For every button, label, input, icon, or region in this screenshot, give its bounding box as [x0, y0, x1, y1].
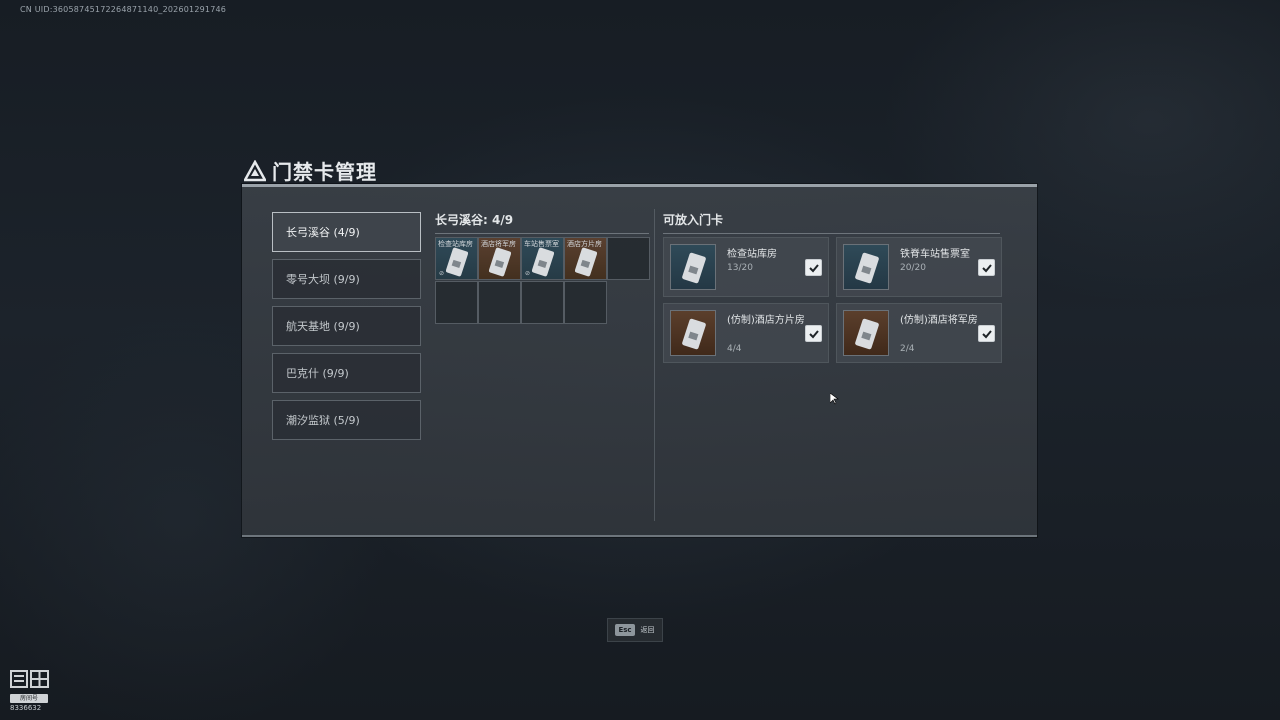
- available-cards-header: 可放入门卡: [663, 211, 1000, 234]
- zone-button-zero-dam[interactable]: 零号大坝 (9/9): [272, 259, 421, 299]
- card-name: (仿制)酒店将军房: [900, 315, 978, 326]
- mouse-cursor-icon: [830, 393, 839, 405]
- keycard-icon: [682, 318, 706, 350]
- warning-triangle-icon: [244, 159, 266, 181]
- slots-header: 长弓溪谷: 4/9: [435, 211, 649, 234]
- empty-card-slot[interactable]: [435, 281, 478, 324]
- keycard-icon: [489, 247, 511, 277]
- room-id: 8336632: [10, 704, 42, 712]
- card-count: 4/4: [727, 344, 742, 354]
- available-card-item[interactable]: (仿制)酒店将军房 2/4: [836, 303, 1002, 363]
- douyu-watermark: 房间号 8336632: [10, 669, 52, 712]
- card-slot-grid: 检查站库房 ⊘ 酒店将军房 车站售票室 ⊘ 酒店方片房: [435, 237, 650, 324]
- zone-button-brakkesh[interactable]: 巴克什 (9/9): [272, 353, 421, 393]
- slot-lock-icon: ⊘: [439, 270, 445, 277]
- slot-lock-icon: ⊘: [525, 270, 531, 277]
- available-card-item[interactable]: 铁脊车站售票室 20/20: [836, 237, 1002, 297]
- check-icon: [981, 329, 992, 338]
- column-divider: [654, 209, 655, 521]
- available-card-item[interactable]: 检查站库房 13/20: [663, 237, 829, 297]
- zone-button-changgong[interactable]: 长弓溪谷 (4/9): [272, 212, 421, 252]
- check-icon: [808, 263, 819, 272]
- card-thumbnail: [843, 244, 889, 290]
- card-checkbox[interactable]: [978, 325, 995, 342]
- keycard-icon: [855, 252, 879, 284]
- card-count: 13/20: [727, 263, 753, 273]
- empty-card-slot[interactable]: [607, 237, 650, 280]
- available-card-item[interactable]: (仿制)酒店方片房 4/4: [663, 303, 829, 363]
- card-thumbnail: [670, 310, 716, 356]
- keycard-icon: [855, 318, 879, 350]
- card-thumbnail: [670, 244, 716, 290]
- page-title: 门禁卡管理: [272, 160, 377, 184]
- uid-text: CN UID:360587451722648711­40_20260129174…: [20, 5, 227, 14]
- douyu-logo-icon: [10, 670, 49, 688]
- back-label: 返回: [640, 626, 655, 634]
- keycard-icon: [446, 247, 468, 277]
- zone-button-space-base[interactable]: 航天基地 (9/9): [272, 306, 421, 346]
- card-checkbox[interactable]: [805, 259, 822, 276]
- card-count: 2/4: [900, 344, 915, 354]
- card-slot[interactable]: 车站售票室 ⊘: [521, 237, 564, 280]
- keycard-icon: [532, 247, 554, 277]
- keycard-icon: [575, 247, 597, 277]
- empty-card-slot[interactable]: [564, 281, 607, 324]
- card-name: 铁脊车站售票室: [900, 249, 970, 260]
- esc-key: Esc: [615, 624, 635, 636]
- card-name: (仿制)酒店方片房: [727, 315, 805, 326]
- page-title-row: 门禁卡管理: [244, 156, 377, 185]
- card-thumbnail: [843, 310, 889, 356]
- card-count: 20/20: [900, 263, 926, 273]
- check-icon: [808, 329, 819, 338]
- card-checkbox[interactable]: [978, 259, 995, 276]
- card-name: 检查站库房: [727, 249, 777, 260]
- card-checkbox[interactable]: [805, 325, 822, 342]
- room-number-tag: 房间号: [10, 694, 48, 703]
- check-icon: [981, 263, 992, 272]
- empty-card-slot[interactable]: [478, 281, 521, 324]
- card-slot[interactable]: 检查站库房 ⊘: [435, 237, 478, 280]
- card-slot[interactable]: 酒店将军房: [478, 237, 521, 280]
- empty-card-slot[interactable]: [521, 281, 564, 324]
- esc-back-button[interactable]: Esc 返回: [607, 618, 663, 642]
- keycard-icon: [682, 252, 706, 284]
- zone-button-tide-prison[interactable]: 潮汐监狱 (5/9): [272, 400, 421, 440]
- access-card-panel: 长弓溪谷 (4/9) 零号大坝 (9/9) 航天基地 (9/9) 巴克什 (9/…: [242, 184, 1037, 537]
- card-slot[interactable]: 酒店方片房: [564, 237, 607, 280]
